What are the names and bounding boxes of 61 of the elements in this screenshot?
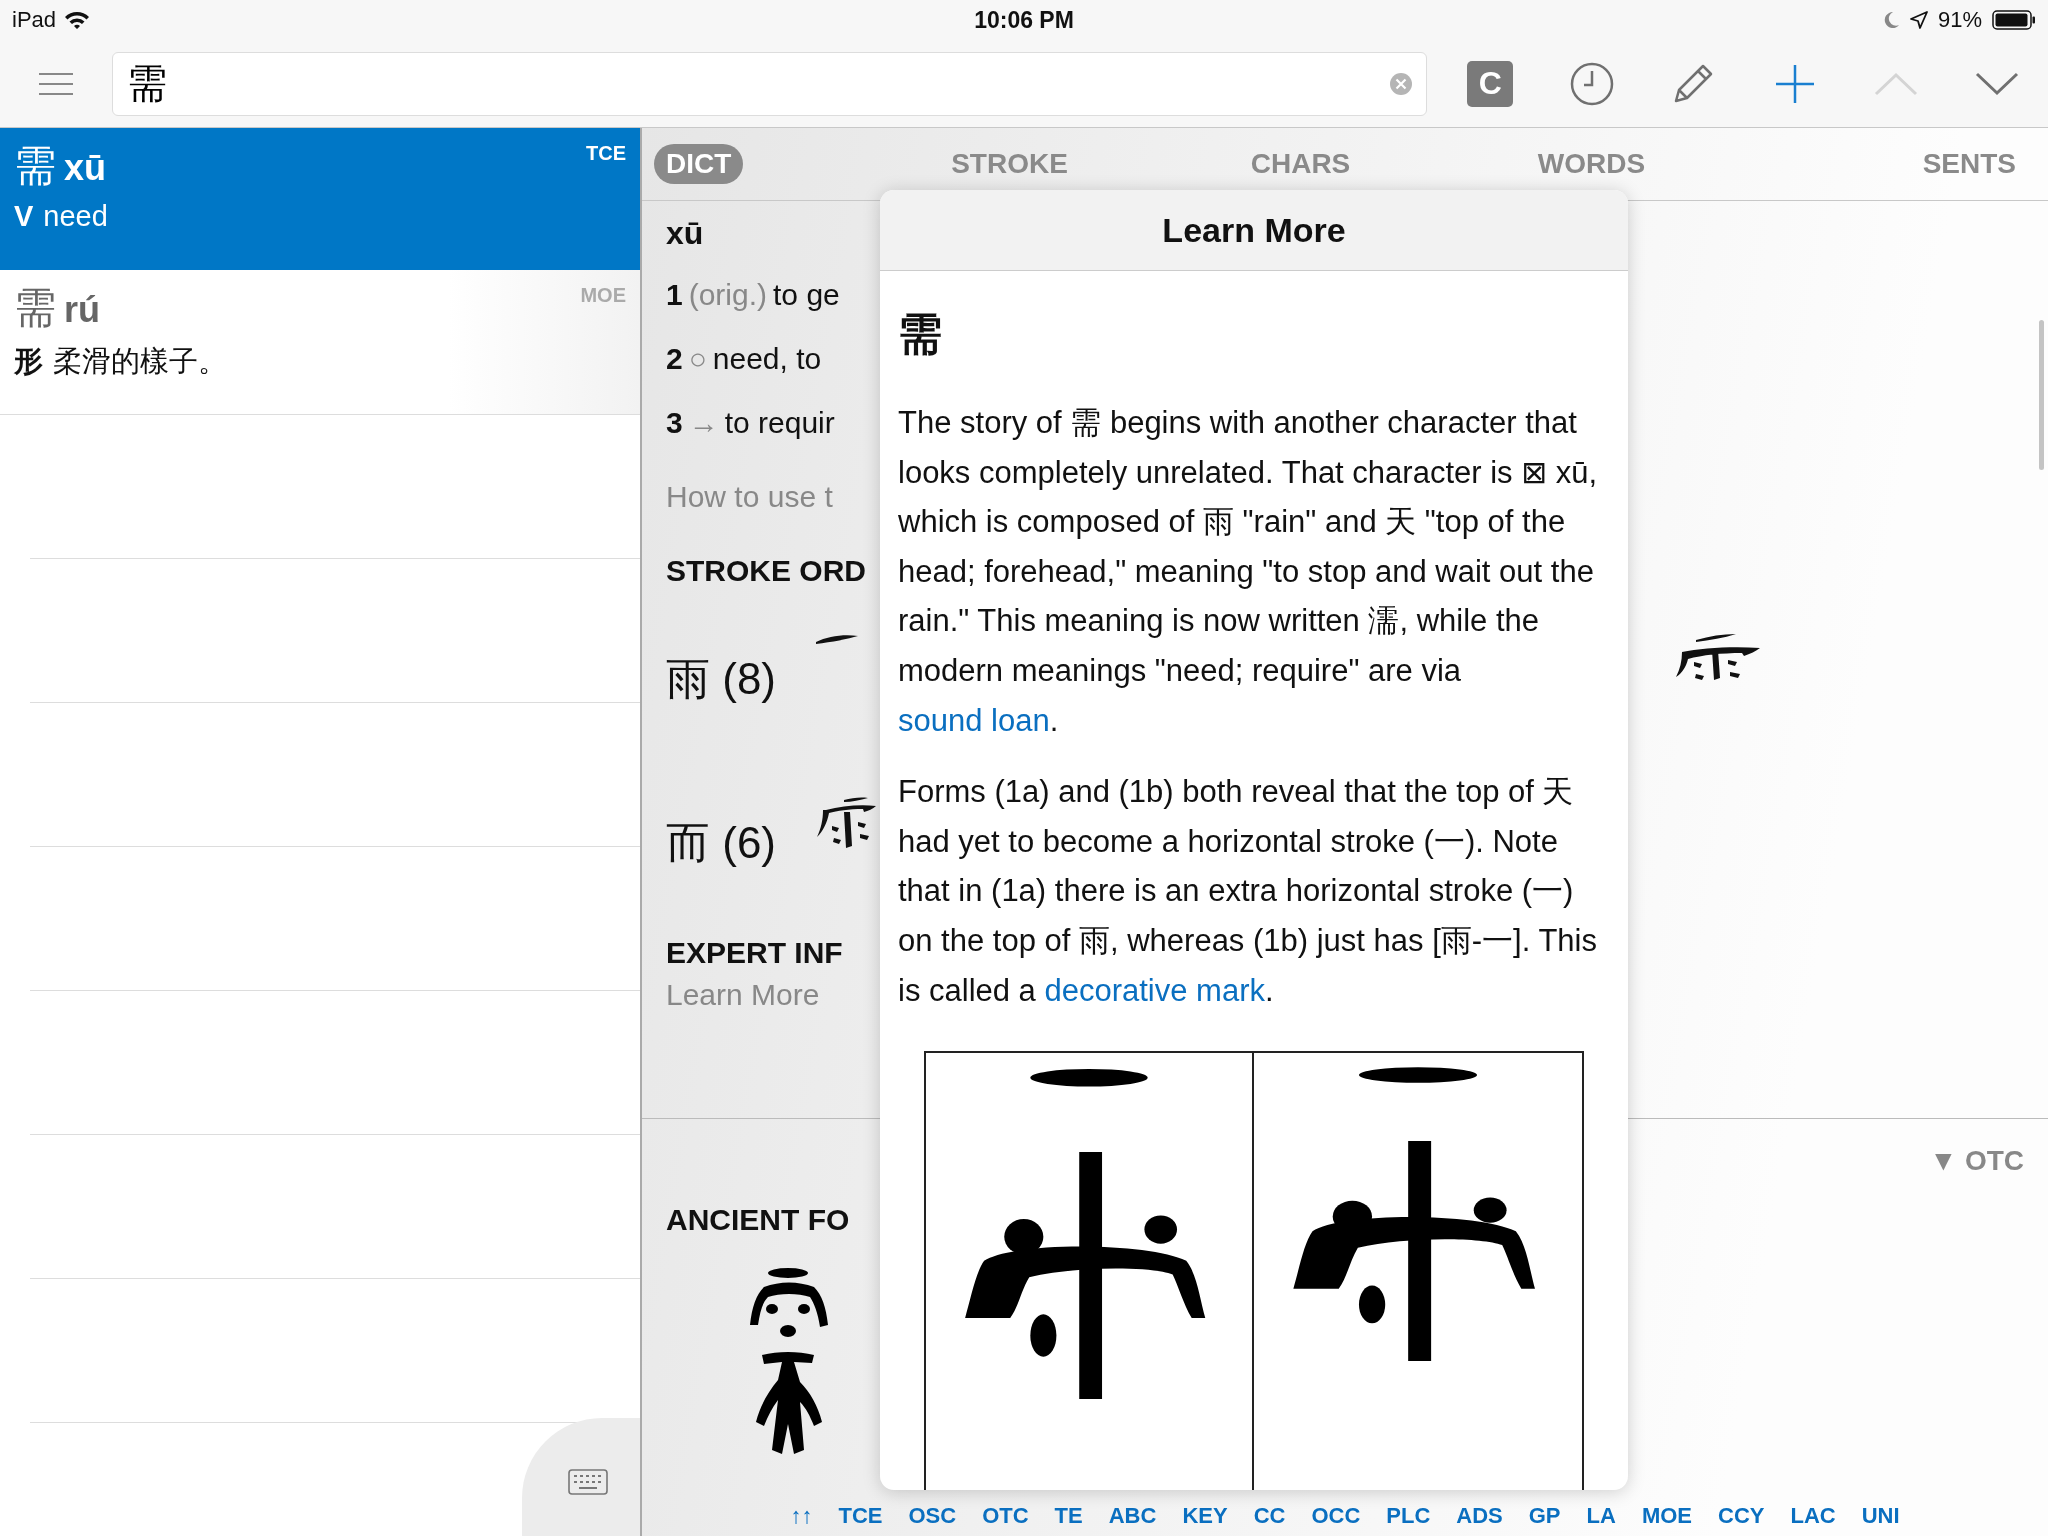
headword: 需 rú <box>14 283 100 333</box>
popover-title: Learn More <box>1162 210 1346 250</box>
moon-icon <box>1883 11 1900 29</box>
pinyin-heading: xū <box>666 215 704 252</box>
entry-row[interactable]: 需 xū TCE V need <box>0 128 640 270</box>
source-link[interactable]: TCE <box>838 1503 883 1529</box>
section-heading: ANCIENT FO <box>666 1203 850 1237</box>
section-heading: STROKE ORD <box>666 554 866 588</box>
menu-icon[interactable] <box>39 72 74 95</box>
source-link[interactable]: OCC <box>1311 1503 1361 1529</box>
source-link[interactable]: LA <box>1586 1503 1616 1529</box>
definition-text: V need <box>14 200 109 233</box>
character-heading: 需 <box>898 308 942 360</box>
clock-time: 10:06 PM <box>974 6 1074 34</box>
source-link[interactable]: ↑↑ <box>790 1503 813 1529</box>
source-tag: TCE <box>586 142 626 165</box>
battery-icon <box>1992 10 2036 30</box>
source-link[interactable]: OSC <box>908 1503 957 1529</box>
stroke-count-label: 雨 (8) <box>666 653 777 705</box>
sense-line: 3 → to requir <box>666 406 835 440</box>
story-paragraph: Forms (1a) and (1b) both reveal that the top of 天 had yet to become a horizontal stroke (一). Note that in (1a) there is an extra horizontal stroke (一) on the top of 雨, whereas (1b) just has [雨-一]. This is called a decorative mark. <box>898 773 1598 1010</box>
search-field[interactable]: 需 <box>112 51 1428 116</box>
source-link[interactable]: GP <box>1528 1503 1561 1529</box>
clear-icon[interactable] <box>1389 71 1414 96</box>
sense-line: 1 (orig.) to ge <box>666 278 840 312</box>
term-link[interactable]: sound loan <box>898 702 1050 738</box>
usage-link[interactable]: How to use t <box>666 480 833 514</box>
tab[interactable]: CHARS <box>1238 144 1363 184</box>
location-arrow-icon <box>1909 11 1928 29</box>
section-heading: EXPERT INF <box>666 936 843 970</box>
source-link[interactable]: CC <box>1253 1503 1286 1529</box>
headword: 需 xū <box>14 141 106 191</box>
keyboard-icon <box>568 1469 608 1495</box>
battery-percent: 91% <box>1937 7 1982 33</box>
stroke-count-label: 而 (6) <box>666 817 777 869</box>
entry-row[interactable]: 需 rú MOE 形 柔滑的樣子。 <box>0 270 640 415</box>
source-link[interactable]: KEY <box>1182 1503 1228 1529</box>
source-link[interactable]: MOE <box>1641 1503 1692 1529</box>
source-dropdown[interactable]: ▼ OTC <box>1929 1145 2024 1177</box>
wifi-icon <box>64 10 91 30</box>
source-link[interactable]: PLC <box>1386 1503 1431 1529</box>
tab[interactable]: WORDS <box>1525 144 1658 184</box>
clipboard-button[interactable]: C <box>1467 60 1514 107</box>
keyboard-button[interactable] <box>522 1418 640 1536</box>
device-name: iPad <box>12 7 57 33</box>
source-tag: MOE <box>580 284 626 307</box>
tab[interactable]: SENTS <box>1910 144 2028 184</box>
learn-more-link[interactable]: Learn More <box>666 978 820 1012</box>
tab[interactable]: STROKE <box>939 144 1080 184</box>
term-link[interactable]: decorative mark <box>1044 972 1265 1008</box>
source-link[interactable]: ADS <box>1456 1503 1503 1529</box>
source-link[interactable]: ABC <box>1108 1503 1157 1529</box>
source-link[interactable]: TE <box>1054 1503 1083 1529</box>
source-link[interactable]: LAC <box>1790 1503 1836 1529</box>
definition-text: 形 柔滑的樣子。 <box>14 344 228 379</box>
source-link[interactable]: OTC <box>982 1503 1029 1529</box>
source-link[interactable]: UNI <box>1861 1503 1900 1529</box>
source-link[interactable]: CCY <box>1718 1503 1765 1529</box>
tab[interactable]: DICT <box>654 144 744 184</box>
sense-line: 2 ○ need, to <box>666 342 822 376</box>
story-paragraph: The story of 需 begins with another character that looks completely unrelated. That character is ⊠ xū, which is composed of 雨 "rain" and 天 "top of the head; forehead," meaning "to stop and wait out the rain." This meaning is now written 濡, while the modern meanings "need; require" are via sound loan. <box>898 404 1599 740</box>
